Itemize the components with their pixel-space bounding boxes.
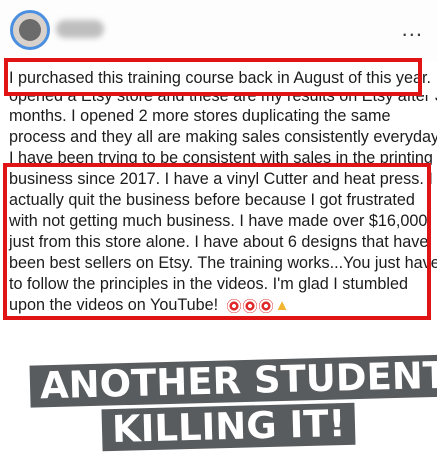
post-text-line-3: months. I opened 2 more stores duplicati… [9, 107, 391, 125]
avatar-image [19, 19, 41, 41]
caption-overlay: ANOTHER STUDENT KILLING IT! [0, 354, 437, 460]
caption-line-1: ANOTHER STUDENT [29, 354, 437, 408]
highlight-box-top [4, 58, 422, 96]
post-text-line-4: process and they all are making sales co… [9, 128, 437, 146]
highlight-box-bottom [3, 163, 431, 320]
more-options-icon[interactable]: ... [402, 16, 423, 42]
caption-line-2: KILLING IT! [101, 402, 356, 452]
post-header: ... [0, 0, 437, 62]
post-text-line-2-partial: opened a Etsy store and these are my res… [9, 95, 437, 105]
avatar[interactable] [10, 10, 50, 50]
blurred-username [56, 20, 104, 38]
